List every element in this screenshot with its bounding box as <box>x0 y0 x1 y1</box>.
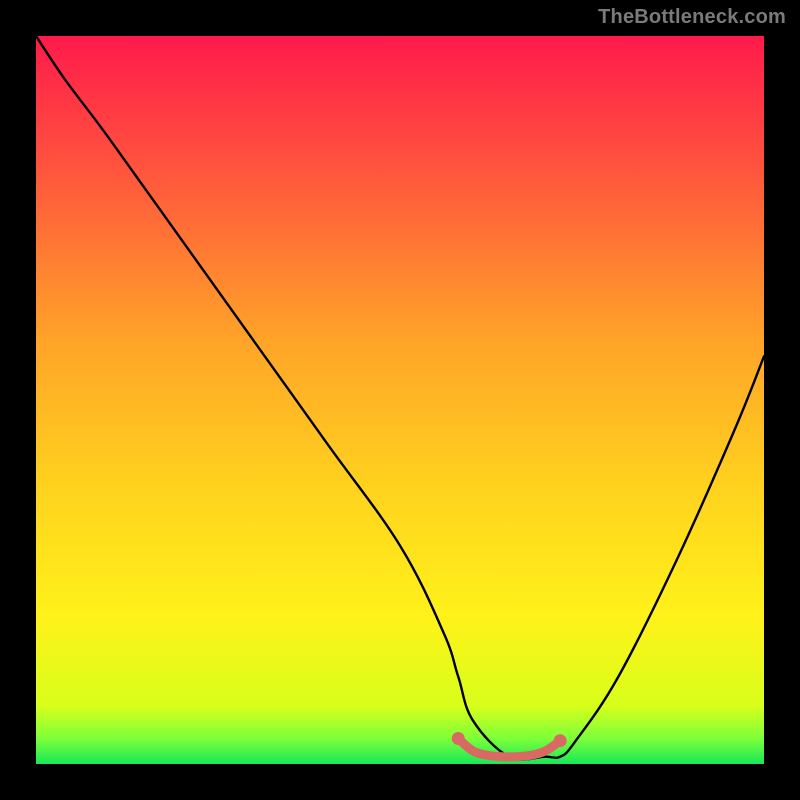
valley-marker-endpoint <box>554 734 567 747</box>
valley-marker-endpoint <box>452 732 465 745</box>
chart-frame <box>36 36 764 764</box>
watermark-text: TheBottleneck.com <box>598 6 786 29</box>
bottleneck-chart <box>36 36 764 764</box>
plot-background <box>36 36 764 764</box>
